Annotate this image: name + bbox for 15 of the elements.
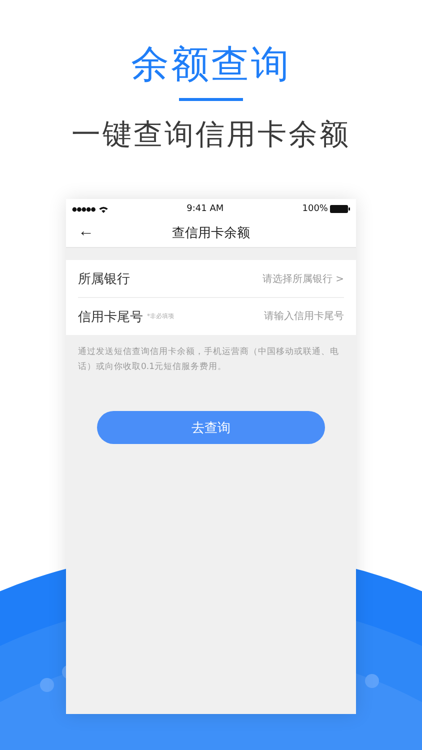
field-label: 信用卡尾号 [78, 308, 143, 326]
input-field[interactable]: 请输入信用卡尾号 [244, 311, 344, 322]
query-button[interactable]: 去查询 [97, 411, 325, 444]
bank-select[interactable]: 请选择所属银行 > [262, 272, 344, 286]
back-button[interactable]: ← [74, 222, 98, 242]
fee-note: 通过发送短信查询信用卡余额，手机运营商（中国移动或联通、电话）或向你收取0.1元短信服务费用。 [78, 346, 340, 374]
screen-title: 查信用卡余额 [172, 225, 250, 242]
battery-percent: 100% [302, 204, 328, 214]
headline-title: 余额查询 [131, 41, 291, 88]
field-label: 所属银行 [78, 270, 130, 288]
status-time: 9:41 AM [186, 204, 224, 214]
wifi-icon [99, 206, 108, 212]
signal-icon [72, 206, 96, 212]
headline-subtitle: 一键查询信用卡余额 [72, 116, 350, 153]
battery-icon [330, 205, 350, 213]
